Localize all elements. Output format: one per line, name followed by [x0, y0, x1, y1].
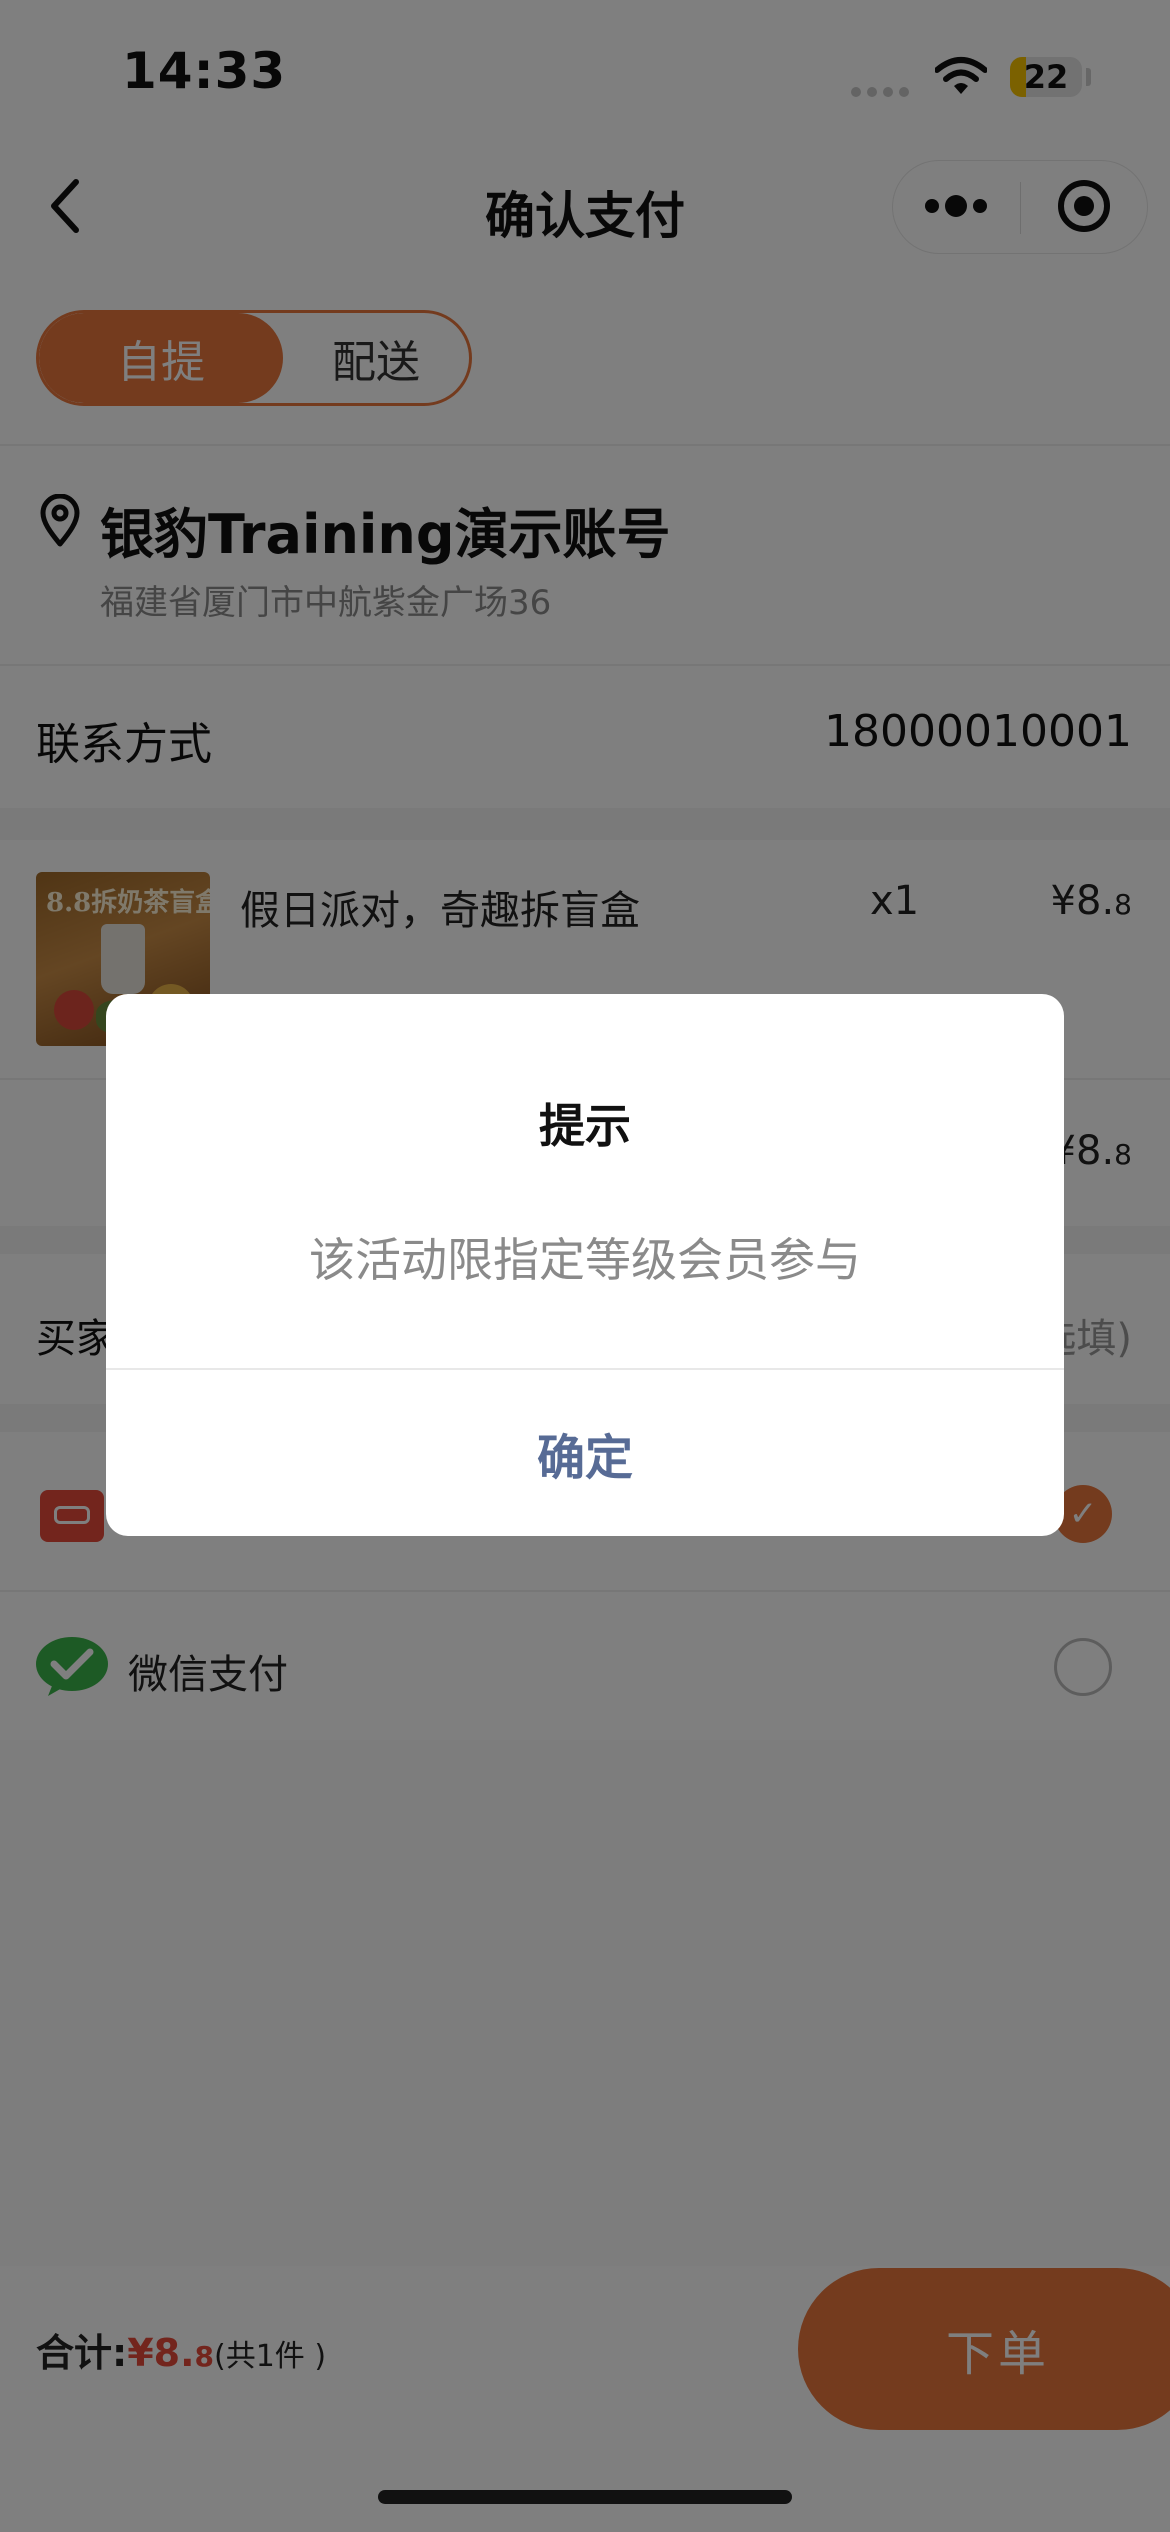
home-indicator[interactable] — [378, 2490, 792, 2504]
alert-dialog: 提示 该活动限指定等级会员参与 确定 — [106, 994, 1064, 1536]
dialog-confirm-button[interactable]: 确定 — [106, 1370, 1064, 1536]
dialog-title: 提示 — [539, 1099, 631, 1153]
dialog-message: 该活动限指定等级会员参与 — [309, 1233, 861, 1287]
